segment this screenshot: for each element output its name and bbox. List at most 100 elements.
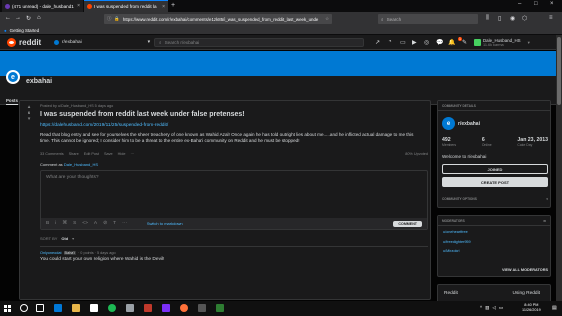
- close-tab-icon[interactable]: ×: [77, 3, 80, 9]
- store-icon[interactable]: [90, 304, 98, 312]
- app-icon[interactable]: [144, 304, 152, 312]
- close-window-icon[interactable]: ×: [550, 1, 554, 7]
- new-tab-icon[interactable]: +: [171, 2, 175, 9]
- task-view-icon[interactable]: [36, 304, 44, 312]
- reddit-logo[interactable]: reddit: [7, 38, 41, 47]
- chat-icon[interactable]: 💬: [436, 39, 443, 46]
- post-link[interactable]: https://dalehusband.com/2019/11/25/suspe…: [40, 123, 428, 128]
- stat-members: 492 Members: [442, 137, 456, 147]
- chevron-up-icon[interactable]: ^: [480, 305, 482, 311]
- more-options-button[interactable]: ···: [130, 152, 134, 156]
- create-post-button[interactable]: CREATE POST: [442, 177, 548, 187]
- heading-icon[interactable]: T: [113, 221, 116, 226]
- post-card: ▲ 6 ▼ Posted by u/Dale_Husband_HS 5 days…: [19, 100, 431, 300]
- close-tab-icon[interactable]: ×: [162, 4, 165, 10]
- strikethrough-icon[interactable]: S: [73, 221, 76, 226]
- current-sub: r/exbahai: [62, 40, 82, 45]
- moderator-link[interactable]: u/oneheartfree: [443, 230, 545, 240]
- search-icon: ⌕: [159, 40, 162, 45]
- all-icon[interactable]: ◔: [388, 39, 392, 45]
- forward-arrow-icon[interactable]: →: [15, 15, 21, 21]
- more-icon[interactable]: ⋯: [122, 221, 127, 226]
- comments-button[interactable]: 33 Comments: [40, 152, 64, 156]
- comment-input[interactable]: What are your thoughts? B i ⌘ S <> A ⊘ T…: [40, 170, 428, 231]
- reddit-search-input[interactable]: ⌕ Search r/exbahai: [154, 38, 364, 47]
- comment-toolbar: B i ⌘ S <> A ⊘ T ⋯ Switch to markdown CO…: [41, 218, 427, 230]
- coins-icon[interactable]: ◎: [424, 39, 429, 46]
- community-id[interactable]: e r/exbahai: [442, 117, 480, 130]
- tab-posts[interactable]: Posts: [6, 98, 18, 105]
- app-icon[interactable]: [162, 304, 170, 312]
- code-icon[interactable]: <>: [82, 221, 88, 226]
- edit-post-button[interactable]: Edit Post: [84, 152, 99, 156]
- comment-as-user[interactable]: Dale_Husband_HS: [64, 162, 98, 167]
- view-all-moderators-link[interactable]: VIEW ALL MODERATORS: [442, 268, 548, 272]
- scrollbar-thumb[interactable]: [557, 37, 561, 105]
- video-icon[interactable]: ▶: [412, 39, 417, 46]
- browser-search-input[interactable]: ⌕ Search: [378, 14, 478, 24]
- spotify-icon[interactable]: [108, 304, 116, 312]
- windows-start-icon[interactable]: [4, 305, 11, 312]
- edge-icon[interactable]: [54, 304, 62, 312]
- popular-icon[interactable]: ↗: [375, 39, 380, 46]
- extension-icon[interactable]: ⬡: [522, 15, 527, 22]
- italic-icon[interactable]: i: [55, 221, 56, 226]
- share-button[interactable]: Share: [69, 152, 79, 156]
- superscript-icon[interactable]: A: [94, 221, 97, 226]
- link-icon[interactable]: ⌘: [62, 221, 67, 226]
- sort-by[interactable]: SORT BY Old ▾: [40, 236, 428, 241]
- moderator-link[interactable]: u/freedighter959: [443, 240, 545, 250]
- menu-icon[interactable]: ≡: [549, 15, 553, 21]
- bookmarks-bar: ● Getting Started: [0, 26, 562, 35]
- page-scrollbar[interactable]: [556, 35, 562, 301]
- switch-markdown-link[interactable]: Switch to markdown: [147, 221, 183, 226]
- app-icon[interactable]: [216, 304, 224, 312]
- reload-icon[interactable]: ↻: [26, 15, 31, 22]
- taskbar-clock[interactable]: 8:40 PM 11/26/2019: [522, 303, 541, 313]
- joined-button[interactable]: JOINED: [442, 164, 548, 174]
- maximize-icon[interactable]: □: [534, 1, 538, 7]
- post-text: Read that blog entry and see for yoursel…: [40, 132, 414, 144]
- downvote-arrow-icon[interactable]: ▼: [27, 116, 31, 121]
- bookmark-star-icon[interactable]: ☆: [325, 16, 329, 22]
- file-explorer-icon[interactable]: [72, 304, 80, 312]
- minimize-icon[interactable]: –: [518, 1, 521, 7]
- comment-user[interactable]: Onlyoneodat: [40, 251, 62, 255]
- app-icon[interactable]: [198, 304, 206, 312]
- firefox-icon[interactable]: [180, 304, 188, 312]
- app-icon[interactable]: [126, 304, 134, 312]
- home-icon[interactable]: ⌂: [37, 15, 41, 21]
- network-icon[interactable]: ▥: [485, 305, 489, 311]
- chat-bubble-icon[interactable]: ▭: [400, 39, 406, 46]
- message-icon[interactable]: ✉: [543, 219, 546, 223]
- library-icon[interactable]: ⫼: [486, 15, 489, 22]
- save-button[interactable]: Save: [104, 152, 113, 156]
- search-placeholder: Search r/exbahai: [164, 40, 200, 45]
- sidebar-icon[interactable]: ▯: [498, 15, 501, 22]
- comment-as-text: Comment as: [40, 162, 63, 168]
- comment-button[interactable]: COMMENT: [393, 220, 422, 227]
- browser-tab-mail[interactable]: (471 unread) - dale_husband1 ×: [2, 0, 83, 12]
- url-bar[interactable]: ⓘ 🔒 https://www.reddit.com/r/exbahai/com…: [104, 14, 332, 24]
- action-center-icon[interactable]: ▤: [552, 305, 557, 311]
- community-options[interactable]: COMMUNITY OPTIONS ▾: [442, 197, 548, 201]
- hide-button[interactable]: Hide: [118, 152, 126, 156]
- spoiler-icon[interactable]: ⊘: [103, 221, 107, 226]
- bookmark-getting-started[interactable]: Getting Started: [10, 28, 40, 33]
- back-arrow-icon[interactable]: ←: [5, 15, 11, 21]
- chevron-down-icon: ▾: [72, 236, 75, 242]
- create-post-icon[interactable]: ✎: [462, 39, 467, 46]
- post-title[interactable]: I was suspended from reddit last week un…: [40, 111, 428, 118]
- notifications-icon[interactable]: 🔔: [448, 39, 455, 46]
- battery-icon[interactable]: ▭: [499, 305, 503, 311]
- bold-icon[interactable]: B: [46, 221, 49, 226]
- community-selector[interactable]: r/exbahai ▾: [54, 38, 150, 47]
- cortana-icon[interactable]: [20, 304, 28, 312]
- upvote-arrow-icon[interactable]: ▲: [27, 104, 31, 109]
- browser-tab-reddit[interactable]: I was suspended from reddit la ×: [84, 0, 168, 12]
- user-menu[interactable]: Dale_Husband_HS 11.6k karma ▾: [474, 38, 530, 47]
- reddit-favicon-icon: [87, 4, 92, 9]
- account-icon[interactable]: ◉: [510, 15, 515, 22]
- volume-icon[interactable]: ◁: [492, 305, 495, 311]
- moderator-link[interactable]: u/Mirzokri: [443, 249, 545, 259]
